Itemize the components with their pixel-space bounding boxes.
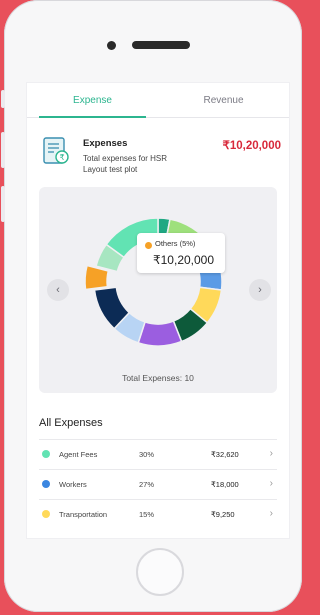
expense-report-icon: ₹	[43, 137, 69, 164]
row-name: Agent Fees	[59, 450, 98, 459]
expense-list: Agent Fees 30% ₹32,620 › Workers 27% ₹18…	[39, 439, 277, 529]
chevron-right-icon: ›	[269, 508, 273, 519]
expense-row-transportation[interactable]: Transportation 15% ₹9,250 ›	[39, 499, 277, 529]
row-color-dot	[42, 450, 50, 458]
expense-row-workers[interactable]: Workers 27% ₹18,000 ›	[39, 469, 277, 499]
expense-summary: ₹ Expenses Total expenses for HSR Layout…	[27, 118, 289, 188]
chart-tooltip: Others (5%) ₹10,20,000	[137, 233, 225, 273]
phone-frame: Expense Revenue ₹ Expenses Total expense…	[1, 0, 302, 612]
row-color-dot	[42, 510, 50, 518]
phone-side-button	[1, 186, 5, 222]
front-camera	[107, 41, 116, 50]
tab-revenue[interactable]: Revenue	[158, 83, 289, 117]
app-screen: Expense Revenue ₹ Expenses Total expense…	[26, 82, 290, 539]
summary-amount: ₹10,20,000	[222, 140, 281, 152]
row-percent: 30%	[139, 450, 155, 459]
svg-text:₹: ₹	[59, 153, 64, 162]
expense-chart-card: ‹ › Others (5%) ₹10,20,000 Total Expense…	[39, 187, 277, 393]
chevron-right-icon: ›	[269, 448, 273, 459]
row-percent: 27%	[139, 480, 155, 489]
phone-side-button	[1, 90, 5, 108]
expense-donut-chart[interactable]	[39, 187, 277, 393]
tooltip-color-dot	[145, 242, 152, 249]
tooltip-label: Others (5%)	[155, 239, 196, 248]
row-amount: ₹32,620	[211, 450, 239, 459]
row-name: Workers	[59, 480, 87, 489]
chart-prev-button[interactable]: ‹	[47, 279, 69, 301]
tab-bar: Expense Revenue	[27, 83, 289, 118]
tooltip-value: ₹10,20,000	[153, 253, 215, 267]
home-button[interactable]	[136, 548, 184, 596]
expense-row-agent-fees[interactable]: Agent Fees 30% ₹32,620 ›	[39, 439, 277, 469]
speaker-grille	[132, 41, 190, 49]
row-color-dot	[42, 480, 50, 488]
row-amount: ₹9,250	[211, 510, 235, 519]
chevron-right-icon: ›	[269, 478, 273, 489]
row-percent: 15%	[139, 510, 155, 519]
row-amount: ₹18,000	[211, 480, 239, 489]
all-expenses-title: All Expenses	[39, 417, 103, 429]
chart-next-button[interactable]: ›	[249, 279, 271, 301]
row-name: Transportation	[59, 510, 108, 519]
chart-caption: Total Expenses: 10	[122, 373, 194, 383]
summary-description: Total expenses for HSR Layout test plot	[83, 154, 168, 174]
summary-title: Expenses	[83, 138, 128, 149]
tab-expense[interactable]: Expense	[27, 83, 158, 118]
phone-side-button	[1, 132, 5, 168]
